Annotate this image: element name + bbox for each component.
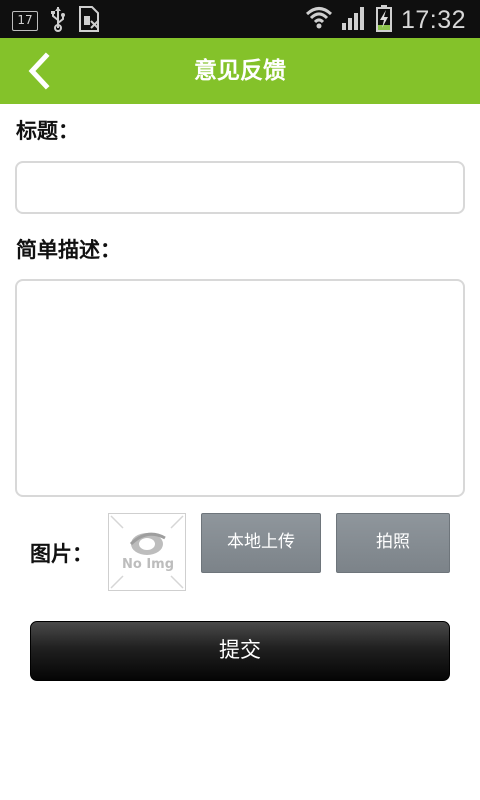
calendar-icon: 17 [12, 11, 38, 31]
signal-icon [341, 5, 367, 35]
sim-icon [78, 6, 100, 36]
title-bar: 意见反馈 [0, 38, 480, 104]
title-label: 标题： [16, 119, 79, 143]
description-label: 简单描述： [16, 238, 121, 262]
submit-button[interactable]: 提交 [30, 621, 450, 681]
battery-charging-icon [375, 4, 393, 36]
no-img-text: No Img [122, 557, 174, 572]
wifi-icon [305, 4, 333, 36]
back-button[interactable] [22, 52, 58, 90]
page-title: 意见反馈 [194, 58, 286, 84]
chevron-left-icon [22, 52, 58, 94]
usb-icon [50, 6, 66, 36]
title-input[interactable] [15, 161, 465, 214]
description-textarea[interactable] [15, 279, 465, 497]
local-upload-button[interactable]: 本地上传 [201, 513, 321, 573]
image-label: 图片： [30, 542, 93, 566]
clock: 17:32 [400, 5, 466, 34]
status-bar: 17 17:32 [0, 0, 480, 38]
image-placeholder: No Img [108, 513, 186, 591]
take-photo-button[interactable]: 拍照 [336, 513, 450, 573]
